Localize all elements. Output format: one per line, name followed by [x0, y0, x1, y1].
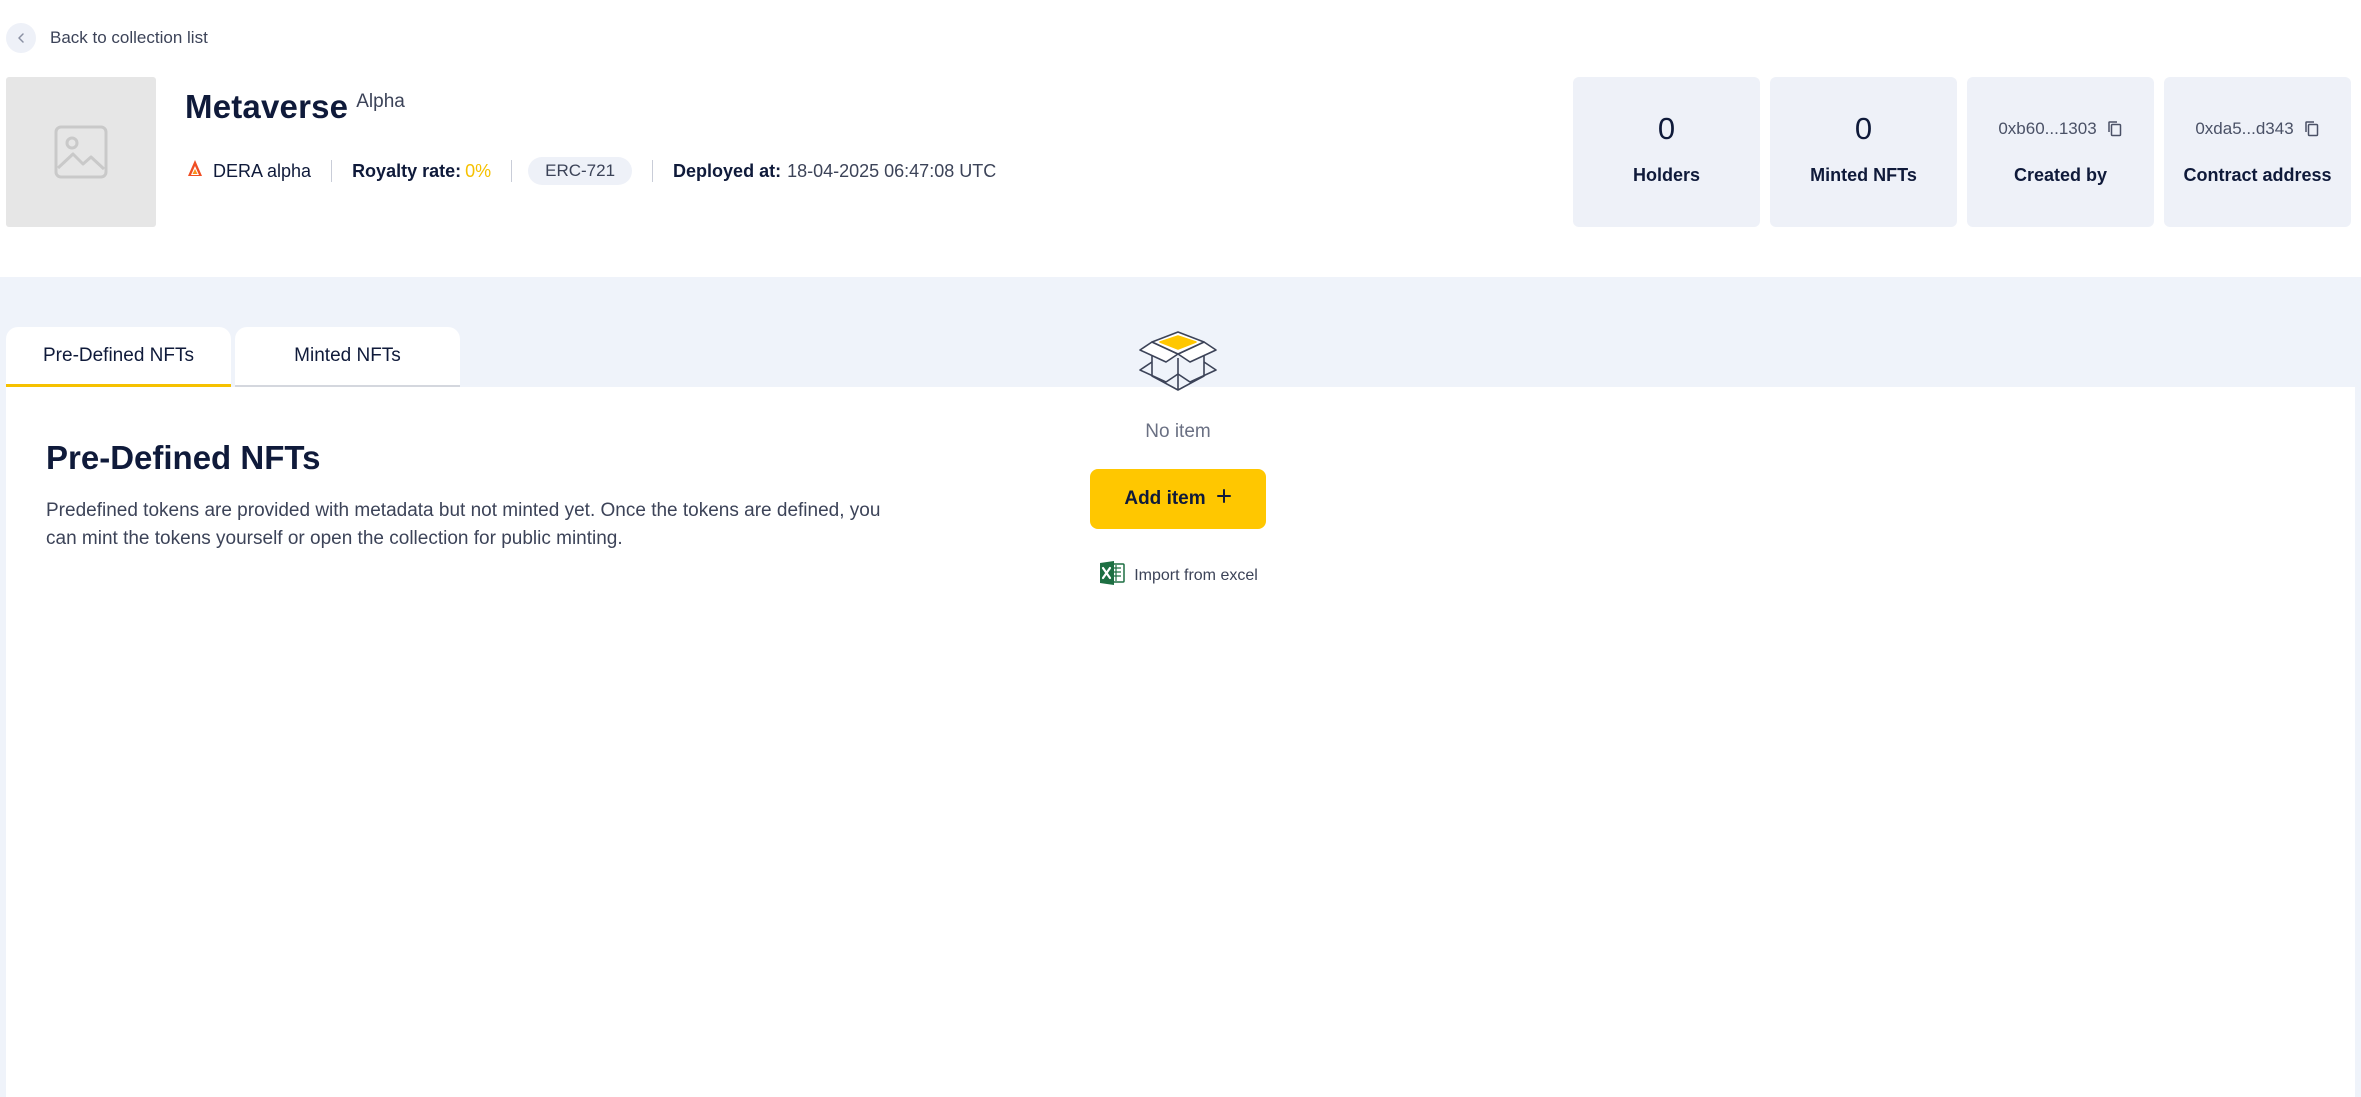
minted-value: 0 [1854, 111, 1873, 146]
empty-message: No item [1145, 421, 1211, 442]
chain-info: DERA alpha [185, 159, 311, 184]
nft-tabs: Pre-Defined NFTs Minted NFTs [6, 327, 460, 387]
collection-title: Metaverse [185, 88, 349, 125]
add-item-label: Add item [1124, 488, 1206, 509]
holders-value: 0 [1657, 111, 1676, 146]
contract-address: 0xda5...d343 [2195, 119, 2294, 138]
created-by-label: Created by [2013, 165, 2108, 185]
chain-name: DERA alpha [213, 160, 312, 181]
stat-card-minted: 0 Minted NFTs [1770, 77, 1957, 227]
minted-label: Minted NFTs [1810, 165, 1917, 185]
holders-label: Holders [1632, 165, 1701, 185]
collection-image-placeholder [6, 77, 156, 227]
tab-pre-defined-nfts[interactable]: Pre-Defined NFTs [6, 327, 231, 387]
add-item-button[interactable]: Add item [1090, 469, 1266, 529]
image-placeholder-icon [54, 125, 108, 179]
royalty-value: 0% [465, 160, 492, 181]
panel-description: Predefined tokens are provided with meta… [46, 500, 881, 549]
contract-address-row: 0xda5...d343 [2195, 109, 2319, 149]
panel-title: Pre-Defined NFTs [46, 439, 321, 476]
divider [511, 160, 513, 182]
collection-stats: 0 Holders 0 Minted NFTs 0xb60...1303 Cre… [1573, 77, 2351, 227]
royalty-label: Royalty rate: [352, 160, 462, 181]
copy-icon[interactable] [2304, 120, 2320, 138]
empty-state: No item Add item Import from excel [1038, 328, 1318, 592]
token-standard-badge: ERC-721 [528, 157, 633, 185]
collection-badge: Alpha [356, 91, 405, 112]
import-from-excel-link[interactable]: Import from excel [1098, 559, 1258, 592]
deployed-label: Deployed at: [673, 160, 782, 181]
collection-meta: DERA alpha Royalty rate: 0% ERC-721 Depl… [185, 157, 996, 185]
divider [652, 160, 654, 182]
dera-logo-icon [185, 159, 205, 184]
import-label: Import from excel [1134, 566, 1258, 584]
deployed-value: 18-04-2025 06:47:08 UTC [787, 160, 997, 181]
back-to-collection-link[interactable]: Back to collection list [6, 23, 208, 53]
stat-card-contract: 0xda5...d343 Contract address [2164, 77, 2351, 227]
creator-address-row: 0xb60...1303 [1998, 109, 2122, 149]
contract-address-label: Contract address [2183, 165, 2332, 185]
divider [331, 160, 333, 182]
stat-card-holders: 0 Holders [1573, 77, 1760, 227]
back-link-label: Back to collection list [50, 28, 208, 47]
stat-card-created-by: 0xb60...1303 Created by [1967, 77, 2154, 227]
excel-icon [1098, 559, 1126, 592]
empty-box-icon [1136, 328, 1220, 401]
collection-title-row: Metaverse Alpha [185, 88, 405, 126]
tab-minted-nfts[interactable]: Minted NFTs [235, 327, 460, 387]
creator-address: 0xb60...1303 [1998, 119, 2097, 138]
chevron-left-icon [6, 23, 36, 53]
royalty-info: Royalty rate: 0% [352, 161, 491, 182]
copy-icon[interactable] [2107, 120, 2123, 138]
plus-icon [1216, 488, 1232, 510]
deployed-info: Deployed at: 18-04-2025 06:47:08 UTC [673, 161, 996, 182]
